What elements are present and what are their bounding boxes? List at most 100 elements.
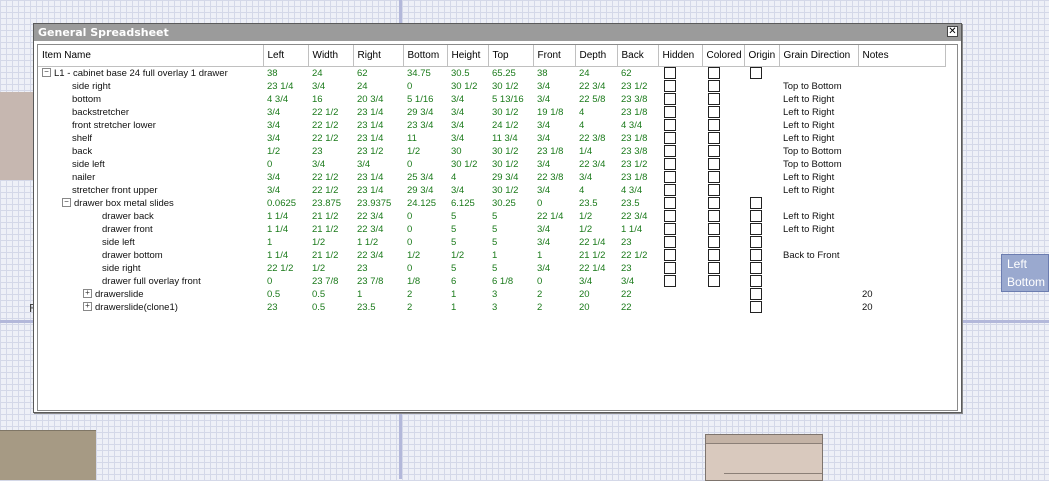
bottom-cell[interactable]: 23 3/4 [403, 119, 447, 132]
width-cell[interactable]: 22 1/2 [308, 132, 353, 145]
left-cell[interactable]: 3/4 [263, 106, 308, 119]
depth-cell[interactable]: 20 [575, 301, 617, 314]
front-cell[interactable]: 3/4 [533, 93, 575, 106]
front-cell[interactable]: 3/4 [533, 236, 575, 249]
column-header[interactable]: Back [617, 45, 659, 67]
left-cell[interactable]: 23 1/4 [263, 80, 308, 93]
grain-direction-cell[interactable] [779, 275, 858, 288]
width-cell[interactable]: 21 1/2 [308, 223, 353, 236]
front-cell[interactable]: 3/4 [533, 184, 575, 197]
hidden-checkbox[interactable] [664, 66, 676, 79]
width-cell[interactable]: 3/4 [308, 80, 353, 93]
item-name-cell[interactable]: bottom [38, 93, 263, 106]
depth-cell[interactable]: 23.5 [575, 197, 617, 210]
bottom-cell[interactable]: 0 [403, 158, 447, 171]
depth-cell[interactable]: 1/2 [575, 223, 617, 236]
grain-direction-cell[interactable]: Top to Bottom [779, 80, 858, 93]
grain-direction-cell[interactable]: Top to Bottom [779, 145, 858, 158]
top-cell[interactable]: 1 [488, 249, 533, 262]
table-row[interactable]: side left 1 1/2 1 1/2 0 5 5 3/4 22 1/4 23 [38, 235, 945, 249]
grain-direction-cell[interactable] [779, 262, 858, 275]
origin-checkbox[interactable] [750, 235, 762, 248]
notes-cell[interactable]: 20 [858, 301, 945, 314]
notes-cell[interactable] [858, 66, 945, 80]
top-cell[interactable]: 30 1/2 [488, 158, 533, 171]
bottom-cell[interactable]: 1/2 [403, 249, 447, 262]
table-row[interactable]: − drawer box metal slides 0.0625 23.875 23.9… [38, 196, 945, 210]
grain-direction-cell[interactable] [779, 301, 858, 314]
table-row[interactable]: back 1/2 23 23 1/2 1/2 30 30 1/2 23 1/8 1/4 23 3/… [38, 144, 945, 158]
left-cell[interactable]: 0.5 [263, 288, 308, 301]
right-cell[interactable]: 23 1/4 [353, 184, 403, 197]
height-cell[interactable]: 5 [447, 210, 488, 223]
height-cell[interactable]: 3/4 [447, 184, 488, 197]
depth-cell[interactable]: 22 1/4 [575, 262, 617, 275]
grain-direction-cell[interactable]: Top to Bottom [779, 158, 858, 171]
depth-cell[interactable]: 1/4 [575, 145, 617, 158]
width-cell[interactable]: 22 1/2 [308, 119, 353, 132]
column-header[interactable]: Front [533, 45, 576, 67]
height-cell[interactable]: 30 [447, 145, 488, 158]
back-cell[interactable]: 23 [617, 236, 658, 249]
width-cell[interactable]: 1/2 [308, 262, 353, 275]
right-cell[interactable]: 23 7/8 [353, 275, 403, 288]
notes-cell[interactable] [858, 80, 945, 93]
front-cell[interactable]: 3/4 [533, 262, 575, 275]
origin-checkbox[interactable] [750, 261, 762, 274]
column-header[interactable]: Height [447, 45, 489, 67]
notes-cell[interactable] [858, 184, 945, 197]
width-cell[interactable]: 23 7/8 [308, 275, 353, 288]
bottom-cell[interactable]: 25 3/4 [403, 171, 447, 184]
table-row[interactable]: stretcher front upper 3/4 22 1/2 23 1/4 29 3… [38, 183, 945, 197]
hidden-checkbox[interactable] [664, 92, 676, 105]
depth-cell[interactable]: 20 [575, 288, 617, 301]
front-cell[interactable]: 2 [533, 301, 575, 314]
item-name-cell[interactable]: backstretcher [38, 106, 263, 119]
column-header[interactable]: Colored [702, 45, 745, 67]
height-cell[interactable]: 6.125 [447, 197, 488, 210]
back-cell[interactable]: 23 1/8 [617, 171, 658, 184]
item-name-cell[interactable]: shelf [38, 132, 263, 145]
back-cell[interactable]: 23 3/8 [617, 93, 658, 106]
front-cell[interactable]: 38 [533, 66, 575, 80]
top-cell[interactable]: 11 3/4 [488, 132, 533, 145]
colored-checkbox[interactable] [708, 105, 720, 118]
top-cell[interactable]: 29 3/4 [488, 171, 533, 184]
top-cell[interactable]: 3 [488, 288, 533, 301]
top-cell[interactable]: 30 1/2 [488, 80, 533, 93]
right-cell[interactable]: 24 [353, 80, 403, 93]
left-cell[interactable]: 3/4 [263, 171, 308, 184]
width-cell[interactable]: 1/2 [308, 236, 353, 249]
bottom-cell[interactable]: 29 3/4 [403, 106, 447, 119]
front-cell[interactable]: 22 3/8 [533, 171, 575, 184]
notes-cell[interactable] [858, 210, 945, 223]
hidden-checkbox[interactable] [664, 79, 676, 92]
hidden-checkbox[interactable] [664, 248, 676, 261]
back-cell[interactable]: 22 3/4 [617, 210, 658, 223]
depth-cell[interactable]: 4 [575, 119, 617, 132]
column-header[interactable]: Bottom [403, 45, 448, 67]
bottom-cell[interactable]: 34.75 [403, 66, 447, 80]
back-cell[interactable]: 23 1/2 [617, 158, 658, 171]
width-cell[interactable]: 0.5 [308, 288, 353, 301]
bottom-cell[interactable]: 29 3/4 [403, 184, 447, 197]
top-cell[interactable]: 30 1/2 [488, 106, 533, 119]
height-cell[interactable]: 4 [447, 171, 488, 184]
item-name-cell[interactable]: + drawerslide [38, 288, 263, 301]
back-cell[interactable]: 3/4 [617, 275, 658, 288]
front-cell[interactable]: 19 1/8 [533, 106, 575, 119]
notes-cell[interactable] [858, 236, 945, 249]
notes-cell[interactable] [858, 158, 945, 171]
item-name-cell[interactable]: back [38, 145, 263, 158]
column-header[interactable]: Origin [744, 45, 780, 67]
item-name-cell[interactable]: − drawer box metal slides [38, 197, 263, 210]
back-cell[interactable]: 1 1/4 [617, 223, 658, 236]
item-name-cell[interactable]: side left [38, 158, 263, 171]
grain-direction-cell[interactable]: Left to Right [779, 119, 858, 132]
width-cell[interactable]: 23 [308, 145, 353, 158]
left-cell[interactable]: 0 [263, 275, 308, 288]
column-header[interactable]: Grain Direction [779, 45, 859, 67]
depth-cell[interactable]: 21 1/2 [575, 249, 617, 262]
bottom-cell[interactable]: 0 [403, 210, 447, 223]
grain-direction-cell[interactable] [779, 288, 858, 301]
